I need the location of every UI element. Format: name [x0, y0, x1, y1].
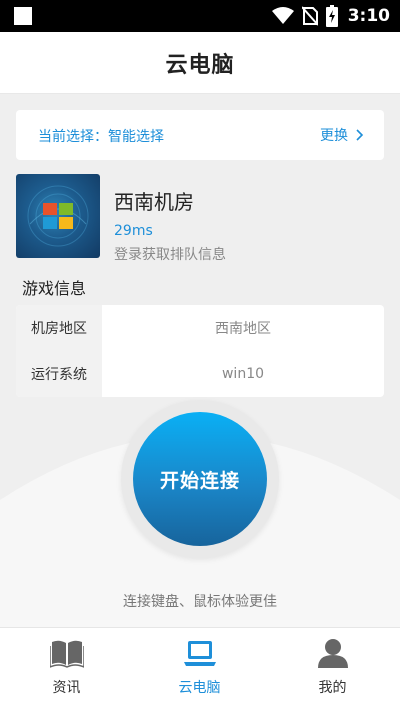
room-ping: 29ms	[114, 223, 153, 239]
status-time: 3:10	[347, 6, 390, 26]
status-icons: 3:10	[271, 5, 390, 27]
chevron-right-icon	[356, 129, 364, 141]
wifi-icon	[271, 7, 294, 24]
game-info-title: 游戏信息	[22, 279, 87, 298]
no-sim-icon	[301, 6, 318, 26]
info-key: 机房地区	[16, 305, 102, 351]
page-title: 云电脑	[165, 52, 235, 78]
tab-label: 云电脑	[178, 680, 221, 696]
tab-cloud-pc[interactable]: 云电脑	[133, 628, 266, 711]
tab-label: 资讯	[52, 680, 81, 696]
queue-hint: 登录获取排队信息	[114, 247, 226, 263]
change-button[interactable]: 更换	[320, 125, 366, 145]
change-label: 更换	[320, 128, 348, 144]
laptop-icon	[183, 641, 216, 666]
info-row-region: 机房地区 西南地区	[16, 305, 384, 351]
tab-label: 我的	[318, 680, 347, 696]
room-thumbnail	[16, 174, 100, 258]
current-selection-label: 当前选择：智能选择	[38, 129, 164, 145]
start-connect-button[interactable]: 开始连接	[133, 412, 267, 546]
info-value: 西南地区	[215, 321, 271, 337]
selection-card: 当前选择：智能选择 更换	[16, 110, 384, 160]
room-name: 西南机房	[114, 190, 194, 214]
book-icon	[49, 640, 84, 668]
tab-mine[interactable]: 我的	[266, 628, 399, 711]
connect-hint: 连接键盘、鼠标体验更佳	[123, 594, 277, 610]
tab-news[interactable]: 资讯	[0, 628, 133, 711]
user-icon	[317, 639, 348, 668]
battery-charging-icon	[325, 5, 338, 27]
bottom-tab-bar: 资讯 云电脑 我的	[0, 627, 400, 711]
header: 云电脑	[0, 32, 400, 94]
notification-square-icon	[14, 7, 32, 25]
windows-logo-icon	[27, 185, 89, 247]
status-bar: 3:10	[0, 0, 400, 32]
